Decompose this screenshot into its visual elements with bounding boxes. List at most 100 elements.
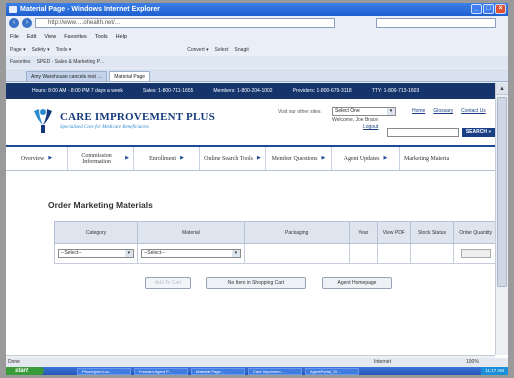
nav-enrollment[interactable]: Enrollment ▶ (134, 147, 200, 170)
security-zone: Internet (374, 359, 391, 365)
category-select[interactable]: --Select-- ▾ (58, 249, 134, 258)
back-icon[interactable]: ‹ (9, 18, 19, 28)
screen: Material Page - Windows Internet Explore… (6, 3, 508, 375)
command-bar: Page ▾ Safety ▾ Tools ▾ Convert ▾ Select… (6, 44, 508, 56)
triangle-right-icon: ▶ (383, 155, 388, 161)
page-menu[interactable]: Page ▾ (10, 44, 26, 56)
convert-button[interactable]: Convert ▾ (187, 44, 208, 56)
browser-search-input[interactable] (376, 18, 496, 28)
zoom-level[interactable]: 100% (466, 358, 479, 367)
hours-text: Hours: 8:00 AM - 8:00 PM 7 days a week (32, 88, 123, 94)
tab-strip: Amy Warehouse cancels rest … Material Pa… (6, 69, 508, 82)
site-search-input[interactable] (387, 128, 459, 137)
favorites-button[interactable]: Favorites (10, 56, 31, 68)
welcome-text: Welcome, Joe Brace (332, 117, 379, 123)
care-improvement-logo[interactable] (32, 107, 54, 135)
taskbar-item[interactable]: Material Page … (191, 367, 245, 375)
page-title: Order Marketing Materials (48, 200, 153, 210)
agent-homepage-button[interactable]: Agent Homepage (322, 277, 392, 289)
status-bar: Done Internet 100% (6, 358, 508, 367)
order-quantity-input[interactable] (460, 249, 491, 258)
glossary-link[interactable]: Glossary (433, 108, 453, 114)
order-table: Category Material Packaging Year View PD… (54, 221, 495, 264)
col-view-pdf: View PDF (376, 221, 411, 244)
chevron-down-icon: ▾ (124, 250, 133, 257)
start-button[interactable]: start (6, 367, 44, 375)
menu-help[interactable]: Help (116, 31, 127, 43)
home-link[interactable]: Home (412, 108, 425, 114)
maximize-button[interactable]: □ (483, 4, 494, 14)
browser-tab[interactable]: Amy Warehouse cancels rest … (26, 71, 108, 81)
minimize-button[interactable]: _ (471, 4, 482, 14)
taskbar-item[interactable]: Care Improvem… (248, 367, 302, 375)
chevron-down-icon: ▾ (387, 108, 395, 115)
sales-phone: Sales: 1-800-711-1655 (142, 88, 194, 94)
site-select[interactable]: Select One ▾ (332, 107, 396, 116)
nav-member-questions[interactable]: Member Questions ▶ (266, 147, 332, 170)
col-stock-status: Stock Status (409, 221, 455, 244)
col-packaging: Packaging (243, 221, 350, 244)
tty-phone: TTY: 1-800-713-1603 (371, 88, 420, 94)
safety-menu[interactable]: Safety ▾ (32, 44, 50, 56)
select-button[interactable]: Select (215, 44, 229, 56)
scroll-up-icon[interactable]: ▲ (496, 83, 508, 95)
triangle-right-icon: ▶ (256, 155, 261, 161)
favorite-link[interactable]: SPED - Sales & Marketing P… (37, 56, 105, 68)
browser-tab-active[interactable]: Material Page (109, 71, 151, 81)
packaging-cell (243, 243, 350, 264)
window-titlebar: Material Page - Windows Internet Explore… (6, 3, 508, 16)
address-bar[interactable]: http://www.…ohealth.net/… (35, 18, 335, 28)
taskbar-item[interactable]: AgentPortal_Gl… (305, 367, 359, 375)
table-row: --Select-- ▾ --Select-- ▾ (54, 243, 495, 264)
nav-marketing-materials[interactable]: Marketing Materia (400, 147, 495, 170)
material-cell: --Select-- ▾ (136, 243, 245, 264)
material-select[interactable]: --Select-- ▾ (140, 249, 241, 258)
menu-edit[interactable]: Edit (27, 31, 36, 43)
menu-view[interactable]: View (44, 31, 56, 43)
search-button[interactable]: SEARCH » (462, 128, 495, 137)
favorites-bar: Favorites SPED - Sales & Marketing P… (6, 56, 508, 68)
nav-label: Overview (20, 155, 45, 162)
triangle-right-icon: ▶ (48, 155, 53, 161)
menu-tools[interactable]: Tools (95, 31, 108, 43)
col-material: Material (136, 221, 245, 244)
window-controls: _ □ × (471, 4, 506, 14)
vertical-scrollbar[interactable]: ▲ (495, 83, 508, 355)
other-sites-label: Visit our other sites: (278, 109, 322, 115)
contact-info-bar: Hours: 8:00 AM - 8:00 PM 7 days a week S… (6, 83, 495, 99)
nav-overview[interactable]: Overview ▶ (6, 147, 68, 170)
category-cell: --Select-- ▾ (54, 243, 138, 264)
nav-label: Member Questions (271, 155, 318, 162)
triangle-right-icon: ▶ (125, 155, 129, 161)
category-select-value: --Select-- (61, 250, 82, 256)
tools-menu[interactable]: Tools ▾ (56, 44, 72, 56)
close-button[interactable]: × (495, 4, 506, 14)
forward-icon[interactable]: › (22, 18, 32, 28)
nav-commission[interactable]: Commission Information ▶ (68, 147, 134, 170)
menu-file[interactable]: File (10, 31, 19, 43)
snagit-button[interactable]: Snagit (235, 44, 249, 56)
logout-link[interactable]: Logout (363, 124, 378, 130)
taskbar: start Phone|perol.co… Forward Agent P… M… (6, 367, 508, 375)
brand-tagline: Specialized Care for Medicare Beneficiar… (60, 125, 149, 130)
shopping-cart-button[interactable]: No Item in Shopping Cart (206, 277, 306, 289)
table-header-row: Category Material Packaging Year View PD… (54, 221, 495, 244)
add-to-cart-button[interactable]: Add To Cart (145, 277, 191, 289)
taskbar-item[interactable]: Forward Agent P… (134, 367, 188, 375)
scroll-thumb[interactable] (497, 97, 507, 287)
nav-label: Online Search Tools (204, 155, 253, 162)
nav-agent-updates[interactable]: Agent Updates ▶ (332, 147, 400, 170)
menu-bar: File Edit View Favorites Tools Help (6, 31, 508, 43)
contact-us-link[interactable]: Contact Us (461, 108, 486, 114)
menu-favorites[interactable]: Favorites (64, 31, 87, 43)
brand-name: CARE IMPROVEMENT PLUS (60, 111, 215, 123)
providers-phone: Providers: 1-800-679-3118 (292, 88, 352, 94)
site-select-value: Select One (335, 108, 360, 114)
ie-app-icon (9, 6, 17, 13)
address-row: ‹ › http://www.…ohealth.net/… (6, 16, 508, 30)
nav-search-tools[interactable]: Online Search Tools ▶ (200, 147, 266, 170)
col-category: Category (54, 221, 138, 244)
view-pdf-cell (376, 243, 411, 264)
taskbar-item[interactable]: Phone|perol.co… (77, 367, 131, 375)
nav-label: Marketing Materia (404, 155, 450, 162)
